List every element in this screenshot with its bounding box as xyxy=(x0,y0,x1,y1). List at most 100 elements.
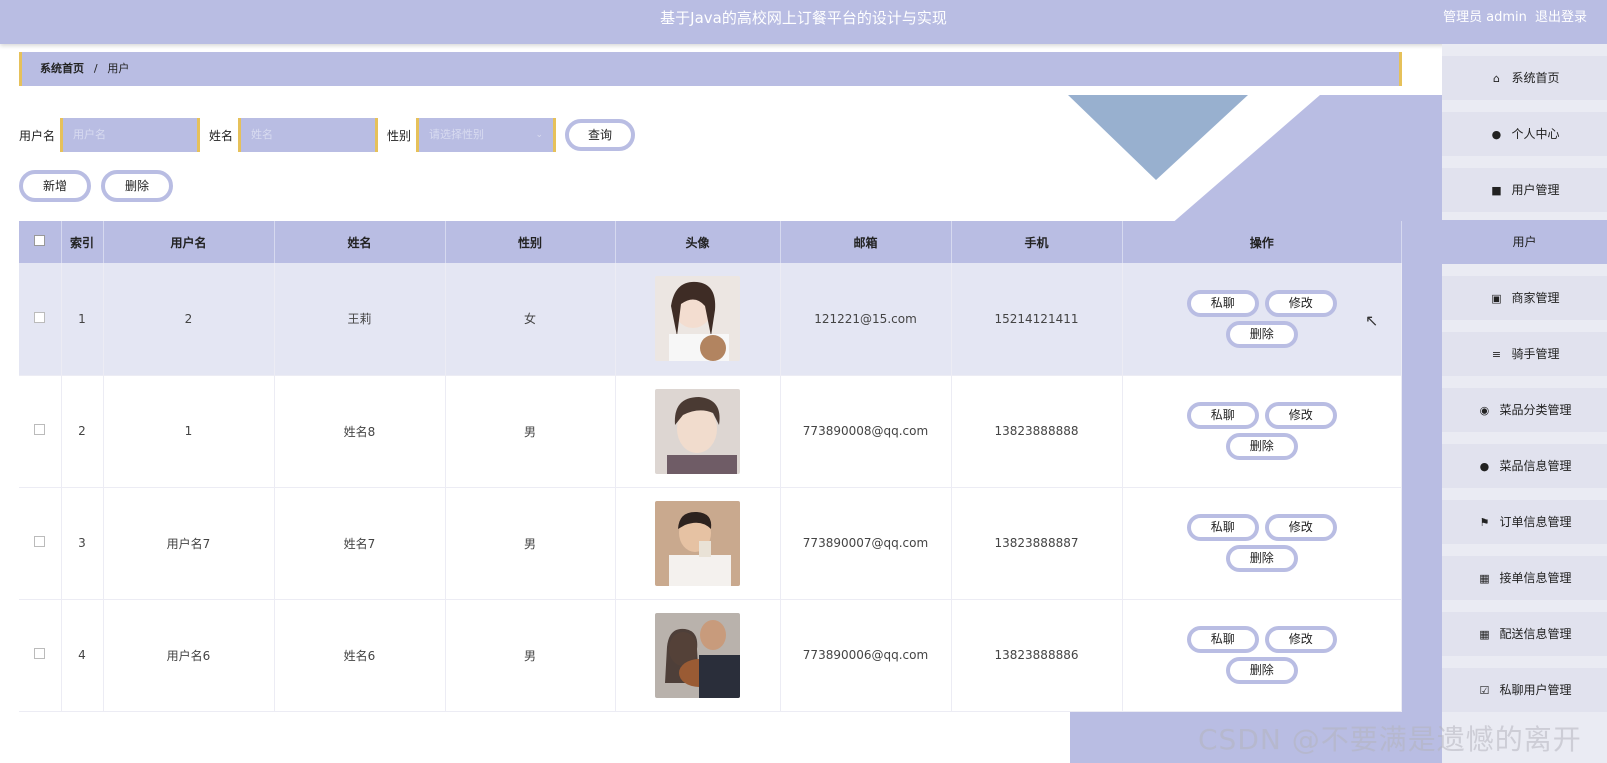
delete-button[interactable]: 删除 xyxy=(1225,657,1298,684)
sidebar-item-label: 用户管理 xyxy=(1511,183,1560,197)
sidebar-item-orders[interactable]: ⚑ 订单信息管理 xyxy=(1442,500,1607,544)
sidebar-item-label: 菜品分类管理 xyxy=(1499,403,1572,417)
chevron-down-icon: ⌄ xyxy=(535,130,544,140)
cell-actions: 私聊 修改 删除 xyxy=(1122,263,1402,376)
row-checkbox[interactable] xyxy=(34,648,46,659)
gender-label: 性别 xyxy=(387,128,412,143)
table-row: 2 1 姓名8 男 773890008@qq.com 13823888888 私… xyxy=(19,375,1402,488)
home-icon: ⌂ xyxy=(1492,72,1500,85)
cell-avatar xyxy=(615,375,781,488)
cell-phone: 13823888887 xyxy=(951,487,1123,600)
cell-gender: 女 xyxy=(445,263,616,376)
top-header: 基于Java的高校网上订餐平台的设计与实现 管理员 admin 退出登录 xyxy=(0,0,1607,44)
edit-button[interactable]: 修改 xyxy=(1264,626,1337,653)
breadcrumb: 系统首页 / 用户 xyxy=(19,52,1402,86)
row-checkbox-cell xyxy=(19,375,62,488)
cell-phone: 15214121411 xyxy=(951,263,1123,376)
query-button[interactable]: 查询 xyxy=(565,119,636,151)
cell-username: 用户名7 xyxy=(103,487,275,600)
cell-email: 773890008@qq.com xyxy=(780,375,952,488)
table-row: 3 用户名7 姓名7 男 773890007@qq.com 1382388888… xyxy=(19,487,1402,600)
sidebar-item-label: 系统首页 xyxy=(1511,71,1560,85)
table-row: 1 2 王莉 女 121221@15.com 15214121411 私聊 修改 … xyxy=(19,263,1402,376)
gender-select[interactable]: 请选择性别 ⌄ xyxy=(416,118,557,152)
avatar xyxy=(655,612,740,698)
breadcrumb-home[interactable]: 系统首页 xyxy=(40,62,84,75)
header-phone: 手机 xyxy=(951,221,1123,263)
sidebar-item-label: 菜品信息管理 xyxy=(1499,459,1572,473)
sidebar-item-dish-info[interactable]: ● 菜品信息管理 xyxy=(1442,444,1607,488)
logout-link[interactable]: 退出登录 xyxy=(1535,10,1587,25)
briefcase-icon: ▣ xyxy=(1491,292,1502,305)
delete-button[interactable]: 删除 xyxy=(1225,320,1298,348)
header-avatar: 头像 xyxy=(615,221,781,263)
cell-name: 姓名7 xyxy=(274,487,446,600)
sidebar-item-deliveries[interactable]: ▦ 配送信息管理 xyxy=(1442,612,1607,656)
table-row: 4 用户名6 姓名6 男 773890006@qq.com 1382388888… xyxy=(19,599,1402,712)
cell-name: 姓名8 xyxy=(274,375,446,488)
sidebar-item-accepted-orders[interactable]: ▦ 接单信息管理 xyxy=(1442,556,1607,600)
cell-email: 773890006@qq.com xyxy=(780,599,952,712)
row-checkbox[interactable] xyxy=(34,424,46,435)
cell-index: 3 xyxy=(61,487,104,600)
edit-button[interactable]: 修改 xyxy=(1264,402,1337,429)
person-icon: ● xyxy=(1491,128,1502,141)
avatar-image xyxy=(655,276,740,362)
edit-button[interactable]: 修改 xyxy=(1264,289,1337,317)
chat-button[interactable]: 私聊 xyxy=(1186,402,1259,429)
clipboard-icon: ☑ xyxy=(1479,684,1490,697)
chat-icon: ■ xyxy=(1491,184,1502,197)
edit-button[interactable]: 修改 xyxy=(1264,514,1337,541)
sidebar-item-profile[interactable]: ● 个人中心 xyxy=(1442,112,1607,156)
grid-icon: ▦ xyxy=(1479,572,1490,585)
sidebar-subitem-user[interactable]: 用户 xyxy=(1442,220,1607,264)
add-button[interactable]: 新增 xyxy=(19,170,91,202)
sidebar-item-label: 订单信息管理 xyxy=(1499,515,1572,529)
batch-delete-button[interactable]: 删除 xyxy=(101,170,173,202)
row-checkbox-cell xyxy=(19,599,62,712)
avatar-image xyxy=(655,500,740,586)
sidebar-item-dish-categories[interactable]: ◉ 菜品分类管理 xyxy=(1442,388,1607,432)
delete-button[interactable]: 删除 xyxy=(1225,545,1298,572)
cell-email: 773890007@qq.com xyxy=(780,487,952,600)
select-all-checkbox[interactable] xyxy=(34,235,46,246)
name-input[interactable]: 姓名 xyxy=(238,118,379,152)
avatar xyxy=(655,500,740,586)
cell-phone: 13823888886 xyxy=(951,599,1123,712)
sidebar-item-home[interactable]: ⌂ 系统首页 xyxy=(1442,56,1607,100)
sidebar-item-riders[interactable]: ≡ 骑手管理 xyxy=(1442,332,1607,376)
user-role: 管理员 xyxy=(1443,10,1483,25)
sidebar-item-label: 接单信息管理 xyxy=(1499,571,1572,585)
cell-phone: 13823888888 xyxy=(951,375,1123,488)
sidebar-item-private-chat[interactable]: ☑ 私聊用户管理 xyxy=(1442,668,1607,712)
select-all-header xyxy=(19,221,62,263)
sidebar-item-merchants[interactable]: ▣ 商家管理 xyxy=(1442,276,1607,320)
cell-avatar xyxy=(615,599,781,712)
cell-gender: 男 xyxy=(445,375,616,488)
row-checkbox[interactable] xyxy=(34,311,46,323)
cell-index: 2 xyxy=(61,375,104,488)
sidebar-menu: ⌂ 系统首页 ● 个人中心 ■ 用户管理 用户 ▣ 商家管理 ≡ 骑手管理 ◉ 菜品分类管理… xyxy=(1442,44,1607,763)
name-label: 姓名 xyxy=(209,128,234,143)
row-checkbox[interactable] xyxy=(34,536,46,547)
cell-index: 4 xyxy=(61,599,104,712)
sidebar-item-label: 配送信息管理 xyxy=(1499,627,1572,641)
cell-avatar xyxy=(615,487,781,600)
chat-button[interactable]: 私聊 xyxy=(1186,289,1259,317)
sidebar-item-label: 私聊用户管理 xyxy=(1499,683,1572,697)
avatar xyxy=(655,388,740,474)
username-input[interactable]: 用户名 xyxy=(60,118,201,152)
list-icon: ≡ xyxy=(1491,348,1502,361)
avatar-image xyxy=(655,612,740,698)
sidebar-item-users[interactable]: ■ 用户管理 xyxy=(1442,168,1607,212)
user-name: admin xyxy=(1486,10,1527,25)
cell-name: 王莉 xyxy=(274,263,446,376)
delete-button[interactable]: 删除 xyxy=(1225,433,1298,460)
chat-button[interactable]: 私聊 xyxy=(1186,514,1259,541)
table-header-row: 索引 用户名 姓名 性别 头像 邮箱 手机 操作 xyxy=(19,221,1402,263)
bulb-icon: ◉ xyxy=(1479,404,1490,417)
header-actions: 操作 xyxy=(1122,221,1402,263)
chat-button[interactable]: 私聊 xyxy=(1186,626,1259,653)
cell-name: 姓名6 xyxy=(274,599,446,712)
row-checkbox-cell xyxy=(19,487,62,600)
